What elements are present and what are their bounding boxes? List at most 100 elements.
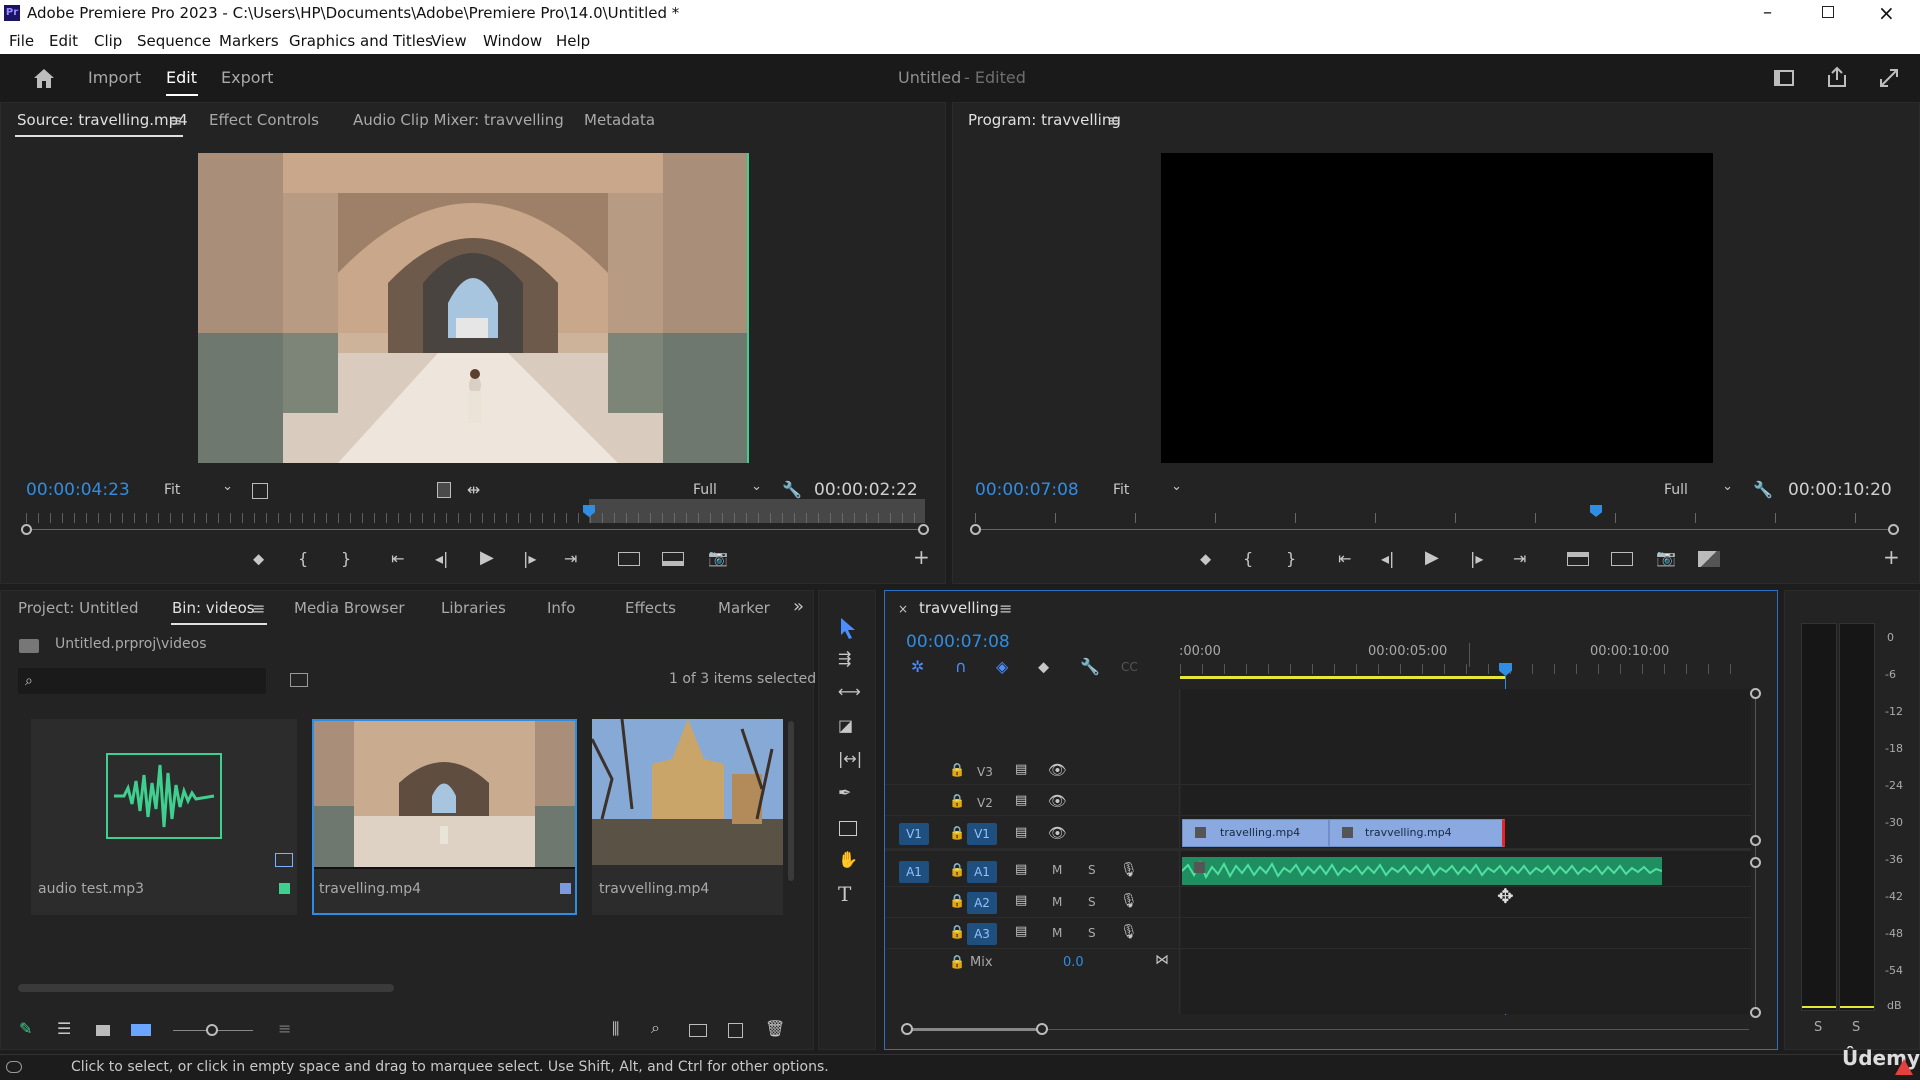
a3-solo-button[interactable]: S (1088, 926, 1096, 940)
timeline-vscroll-handle-mid[interactable] (1750, 835, 1761, 846)
restore-icon[interactable] (1822, 6, 1834, 18)
icon-view-icon[interactable] (96, 1025, 110, 1036)
add-marker-icon[interactable]: ⬥ (253, 551, 264, 567)
mix-value[interactable]: 0.0 (1063, 955, 1084, 970)
go-to-out-icon[interactable]: ⇥ (564, 551, 577, 567)
v1-track-label[interactable]: V1 (967, 823, 997, 845)
export-frame-camera-icon[interactable]: 📷 (708, 550, 728, 566)
step-forward-icon[interactable]: |▸ (523, 551, 536, 567)
time-ruler[interactable] (1180, 664, 1748, 674)
meter-solo-right[interactable]: S (1852, 1020, 1860, 1035)
v2-track-label[interactable]: V2 (977, 796, 993, 810)
program-add-marker-icon[interactable]: ⬥ (1200, 551, 1211, 567)
source-scrub-ruler[interactable] (26, 513, 924, 523)
program-mark-out-icon[interactable]: } (1286, 551, 1296, 567)
tab-audio-clip-mixer[interactable]: Audio Clip Mixer: travvelling (353, 111, 564, 129)
add-timeline-marker-icon[interactable]: ⬥ (1038, 659, 1049, 675)
source-timecode[interactable]: 00:00:04:23 (26, 480, 130, 500)
program-quality-dropdown[interactable]: Full (1664, 479, 1733, 498)
program-zoom-bar[interactable] (975, 529, 1893, 530)
work-area-bar[interactable] (1180, 676, 1505, 679)
automate-to-sequence-icon[interactable]: ⫼ (612, 1021, 619, 1037)
snap-magnet-icon[interactable]: ∩ (955, 659, 967, 675)
a1-voiceover-mic-icon[interactable]: 🎙 (1120, 862, 1138, 878)
sequence-menu-icon[interactable]: ≡ (999, 601, 1012, 617)
v3-lock-icon[interactable]: 🔒 (949, 763, 965, 779)
timeline-zoom-handle-left[interactable] (901, 1023, 913, 1035)
v2-lock-icon[interactable]: 🔒 (949, 794, 965, 810)
timeline-vscroll-handle-a[interactable] (1750, 857, 1761, 868)
drag-video-only-icon[interactable] (437, 482, 451, 498)
mark-out-icon[interactable]: } (341, 551, 351, 567)
type-tool-icon[interactable]: T (838, 884, 851, 904)
v1-sync-lock-icon[interactable]: ▤ (1015, 825, 1027, 841)
lift-icon[interactable] (1567, 552, 1589, 566)
workspace-panel-icon[interactable] (1774, 70, 1794, 86)
program-panel-menu-icon[interactable]: ≡ (1108, 113, 1121, 129)
a2-solo-button[interactable]: S (1088, 895, 1096, 909)
program-settings-wrench-icon[interactable]: 🔧 (1753, 482, 1773, 498)
write-protect-pencil-icon[interactable]: ✎ (19, 1021, 32, 1037)
menu-sequence[interactable]: Sequence (137, 32, 211, 50)
menu-graphics-and-titles[interactable]: Graphics and Titles (289, 32, 433, 50)
program-step-forward-icon[interactable]: |▸ (1470, 551, 1483, 567)
rectangle-tool-icon[interactable] (839, 821, 857, 836)
source-patch-a1[interactable]: A1 (899, 861, 929, 883)
sequence-tab[interactable]: travvelling (919, 599, 999, 617)
a2-mute-button[interactable]: M (1052, 895, 1062, 909)
timeline-vscroll-handle-top[interactable] (1750, 688, 1761, 699)
source-patch-v1[interactable]: V1 (899, 823, 929, 845)
a3-voiceover-mic-icon[interactable]: 🎙 (1120, 924, 1138, 940)
play-icon[interactable]: ▶ (480, 549, 494, 567)
tab-metadata[interactable]: Metadata (584, 111, 655, 129)
a3-lock-icon[interactable]: 🔒 (949, 925, 965, 941)
source-add-button-icon[interactable]: + (913, 547, 930, 567)
program-scrub-ruler[interactable] (975, 513, 1893, 523)
a3-track-label[interactable]: A3 (967, 923, 997, 945)
captions-icon[interactable]: CC (1121, 659, 1138, 675)
tab-effects[interactable]: Effects (625, 599, 676, 617)
overwrite-icon[interactable] (662, 552, 684, 566)
tab-marker[interactable]: Marker (718, 599, 770, 617)
mix-track-icon[interactable]: ⋈ (1155, 952, 1169, 968)
v3-sync-lock-icon[interactable]: ▤ (1015, 762, 1027, 778)
bin-item-audio[interactable]: audio test.mp3 (31, 719, 297, 915)
bin-panel-menu-icon[interactable]: ≡ (252, 601, 265, 617)
program-go-to-out-icon[interactable]: ⇥ (1513, 551, 1526, 567)
new-item-icon[interactable] (728, 1023, 743, 1038)
linked-selection-icon[interactable]: ◈ (996, 659, 1008, 675)
bin-item-travelling-selected[interactable]: travelling.mp4 (312, 719, 577, 915)
program-add-button-icon[interactable]: + (1883, 547, 1900, 567)
tab-project[interactable]: Project: Untitled (18, 599, 138, 617)
pen-tool-icon[interactable]: ✒ (838, 785, 851, 801)
source-fit-dropdown[interactable]: Fit (164, 479, 233, 498)
tab-effect-controls[interactable]: Effect Controls (209, 111, 319, 129)
v2-eye-icon[interactable]: 👁 (1048, 793, 1067, 809)
tab-export[interactable]: Export (221, 68, 273, 87)
drag-audio-only-icon[interactable]: ⇹ (467, 482, 480, 498)
mark-in-icon[interactable]: { (298, 551, 308, 567)
extract-icon[interactable] (1611, 552, 1633, 566)
a1-track-label[interactable]: A1 (967, 861, 997, 883)
source-video-frame[interactable] (198, 153, 748, 463)
tab-libraries[interactable]: Libraries (441, 599, 506, 617)
source-quality-dropdown[interactable]: Full (693, 479, 762, 498)
bin-search-input[interactable] (18, 668, 266, 694)
v3-track-label[interactable]: V3 (977, 765, 993, 779)
new-search-bin-icon[interactable] (290, 673, 308, 687)
video-clip-1[interactable]: travelling.mp4 (1182, 819, 1329, 847)
ripple-edit-tool-icon[interactable]: ⟷ (838, 684, 861, 700)
clear-trash-icon[interactable]: 🗑 (765, 1021, 785, 1037)
program-fit-dropdown[interactable]: Fit (1113, 479, 1182, 498)
tab-source[interactable]: Source: travelling.mp4 (17, 111, 188, 129)
tab-bin-videos[interactable]: Bin: videos (172, 599, 255, 617)
tab-edit[interactable]: Edit (166, 68, 197, 87)
freeform-view-icon[interactable] (131, 1024, 151, 1036)
a1-solo-button[interactable]: S (1088, 863, 1096, 877)
sort-icons-icon[interactable]: ≡ (278, 1021, 291, 1037)
meter-solo-left[interactable]: S (1814, 1020, 1822, 1035)
timeline-zoom-bar-range[interactable] (907, 1028, 1043, 1031)
a3-mute-button[interactable]: M (1052, 926, 1062, 940)
mix-lock-icon[interactable]: 🔒 (949, 955, 965, 971)
menu-window[interactable]: Window (483, 32, 542, 50)
